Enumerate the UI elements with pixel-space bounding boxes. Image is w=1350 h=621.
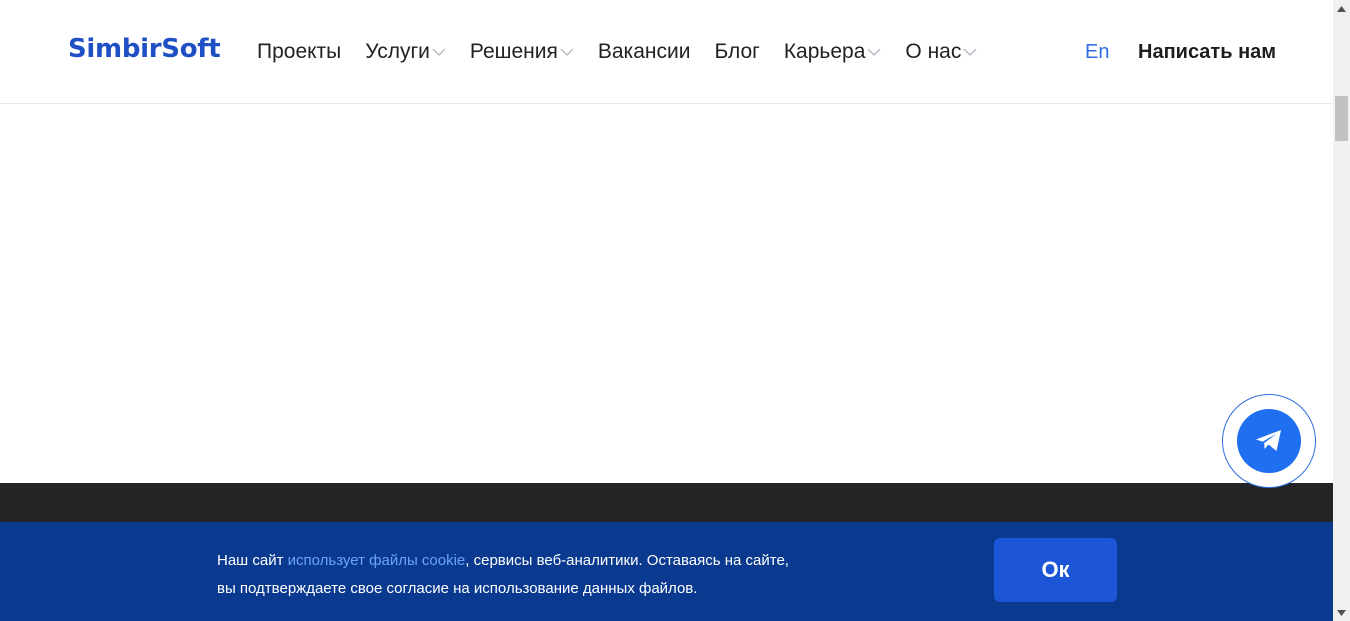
nav-item-vacancies[interactable]: Вакансии	[598, 40, 691, 64]
dark-section	[0, 483, 1333, 523]
chevron-down-icon	[867, 48, 881, 57]
scrollbar-thumb[interactable]	[1335, 96, 1348, 141]
site-header: SimbirSoft Проекты Услуги Решения Ваканс…	[0, 0, 1333, 104]
cookie-message: Наш сайт использует файлы cookie, сервис…	[217, 547, 857, 603]
nav-item-label: Вакансии	[597, 40, 691, 63]
nav-item-projects[interactable]: Проекты	[257, 40, 341, 64]
scrollbar[interactable]	[1333, 0, 1350, 621]
cookie-policy-link[interactable]: использует файлы cookie	[288, 552, 466, 569]
nav-item-career[interactable]: Карьера	[784, 40, 882, 64]
nav-item-label: Услуги	[365, 40, 430, 63]
nav-item-about[interactable]: О нас	[905, 40, 977, 64]
telegram-icon	[1256, 430, 1281, 451]
nav-item-blog[interactable]: Блог	[714, 40, 759, 64]
cookie-text-end: , сервисы веб-аналитики. Оставаясь на са…	[465, 552, 789, 569]
chevron-down-icon	[560, 48, 574, 57]
chevron-down-icon	[963, 48, 977, 57]
nav-item-label: Блог	[714, 40, 760, 63]
chevron-down-icon	[432, 48, 446, 57]
cookie-banner: Наш сайт использует файлы cookie, сервис…	[0, 522, 1333, 621]
contact-us-link[interactable]: Написать нам	[1138, 41, 1276, 64]
cookie-text-start: Наш сайт	[217, 552, 288, 569]
nav-item-solutions[interactable]: Решения	[470, 40, 574, 64]
telegram-button[interactable]	[1237, 409, 1301, 473]
nav-item-label: Карьера	[783, 40, 866, 63]
cookie-ok-button[interactable]: Ок	[994, 538, 1117, 602]
nav-item-label: Решения	[469, 40, 558, 63]
logo[interactable]: SimbirSoft	[68, 34, 221, 64]
nav-item-services[interactable]: Услуги	[365, 40, 446, 64]
nav-item-label: Проекты	[257, 40, 342, 63]
page: SimbirSoft Проекты Услуги Решения Ваканс…	[0, 0, 1333, 621]
nav-item-label: О нас	[905, 40, 962, 63]
scroll-down-arrow-icon[interactable]	[1333, 604, 1350, 621]
main-nav: Проекты Услуги Решения Вакансии Блог Кар…	[257, 40, 1001, 64]
cookie-text-line2: вы подтверждаете свое согласие на исполь…	[217, 580, 698, 597]
language-switch[interactable]: En	[1085, 41, 1109, 64]
scroll-up-arrow-icon[interactable]	[1333, 0, 1350, 17]
